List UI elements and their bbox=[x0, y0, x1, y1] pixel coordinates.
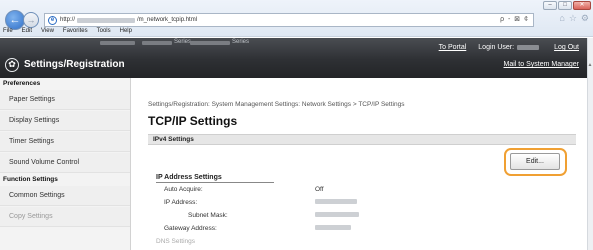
address-path: /m_network_tcpip.html bbox=[137, 17, 198, 23]
breadcrumb: Settings/Registration: System Management… bbox=[148, 101, 405, 108]
maximize-button[interactable]: □ bbox=[558, 1, 572, 10]
auto-acquire-label: Auto Acquire: bbox=[164, 186, 203, 193]
series-label: Series bbox=[174, 39, 192, 45]
address-bar[interactable]: e http:// /m_network_tcpip.html ρ - ⊠ ¢ bbox=[44, 13, 534, 27]
browser-toolbar: – □ ✕ ← → e http:// /m_network_tcpip.htm… bbox=[0, 0, 593, 37]
auto-acquire-value: Off bbox=[315, 186, 324, 193]
sidebar-heading-function-settings: Function Settings bbox=[3, 176, 58, 183]
edit-button[interactable]: Edit... bbox=[510, 153, 560, 170]
subnet-mask-value-redacted bbox=[315, 212, 359, 219]
address-prefix: http:// bbox=[60, 17, 76, 23]
model-name-redacted bbox=[142, 41, 172, 45]
login-user-text: Login User: bbox=[478, 44, 515, 51]
page-header-title: Settings/Registration bbox=[24, 59, 125, 70]
address-host-redacted bbox=[77, 17, 136, 23]
to-portal-link[interactable]: To Portal bbox=[439, 44, 467, 51]
menu-edit[interactable]: Edit bbox=[22, 28, 32, 37]
vertical-scrollbar[interactable] bbox=[587, 38, 593, 250]
window-controls: – □ ✕ bbox=[543, 1, 591, 10]
menu-tools[interactable]: Tools bbox=[97, 28, 111, 37]
sidebar-item-display-settings[interactable]: Display Settings bbox=[0, 111, 130, 131]
header-links: To Portal Login User: Log Out bbox=[439, 44, 579, 51]
sidebar: Preferences Paper Settings Display Setti… bbox=[0, 78, 131, 250]
ip-address-settings-heading: IP Address Settings bbox=[156, 174, 274, 183]
dns-settings-label: DNS Settings bbox=[156, 238, 196, 245]
ie-page-icon: e bbox=[48, 15, 57, 25]
main-content: Settings/Registration: System Management… bbox=[140, 78, 586, 250]
model-name-redacted bbox=[190, 41, 230, 45]
toolbar-icons: ⌂ ☆ ⚙ bbox=[559, 13, 589, 24]
log-out-link[interactable]: Log Out bbox=[554, 44, 579, 51]
forward-button[interactable]: → bbox=[23, 12, 39, 28]
menu-favorites[interactable]: Favorites bbox=[63, 28, 88, 37]
menu-bar: File Edit View Favorites Tools Help bbox=[0, 28, 132, 37]
sidebar-item-common-settings[interactable]: Common Settings bbox=[0, 186, 130, 206]
settings-logo-icon: ✿ bbox=[5, 58, 19, 72]
settings-gear-icon[interactable]: ⚙ bbox=[581, 13, 589, 24]
sidebar-item-sound-volume-control[interactable]: Sound Volume Control bbox=[0, 153, 130, 173]
section-header-ipv4: IPv4 Settings bbox=[148, 134, 576, 145]
login-user-label: Login User: bbox=[478, 44, 542, 51]
sidebar-item-paper-settings[interactable]: Paper Settings bbox=[0, 90, 130, 110]
scroll-up-arrow-icon[interactable]: ▲ bbox=[587, 62, 593, 68]
minimize-button[interactable]: – bbox=[543, 1, 557, 10]
subnet-mask-label: Subnet Mask: bbox=[188, 212, 228, 219]
menu-file[interactable]: File bbox=[3, 28, 13, 37]
favorites-star-icon[interactable]: ☆ bbox=[569, 13, 577, 24]
app-header: Series Series ✿ Settings/Registration To… bbox=[0, 38, 587, 78]
home-icon[interactable]: ⌂ bbox=[559, 13, 564, 24]
close-button[interactable]: ✕ bbox=[573, 1, 591, 10]
username-redacted bbox=[517, 44, 540, 50]
sidebar-item-timer-settings[interactable]: Timer Settings bbox=[0, 132, 130, 152]
gateway-address-label: Gateway Address: bbox=[164, 225, 217, 232]
back-arrow-icon: ← bbox=[9, 14, 21, 26]
address-controls[interactable]: ρ - ⊠ ¢ bbox=[500, 15, 529, 23]
menu-view[interactable]: View bbox=[41, 28, 54, 37]
back-button[interactable]: ← bbox=[5, 10, 25, 30]
page-title: TCP/IP Settings bbox=[148, 114, 238, 128]
menu-help[interactable]: Help bbox=[120, 28, 132, 37]
ip-address-label: IP Address: bbox=[164, 199, 198, 206]
ip-address-value-redacted bbox=[315, 199, 357, 206]
forward-arrow-icon: → bbox=[26, 15, 36, 25]
model-name-redacted bbox=[100, 41, 135, 45]
sidebar-heading-preferences: Preferences bbox=[3, 80, 41, 87]
sidebar-item-copy-settings[interactable]: Copy Settings bbox=[0, 207, 130, 227]
gateway-address-value-redacted bbox=[315, 225, 351, 232]
mail-to-manager-link[interactable]: Mail to System Manager bbox=[504, 61, 579, 68]
series-label: Series bbox=[232, 39, 250, 45]
